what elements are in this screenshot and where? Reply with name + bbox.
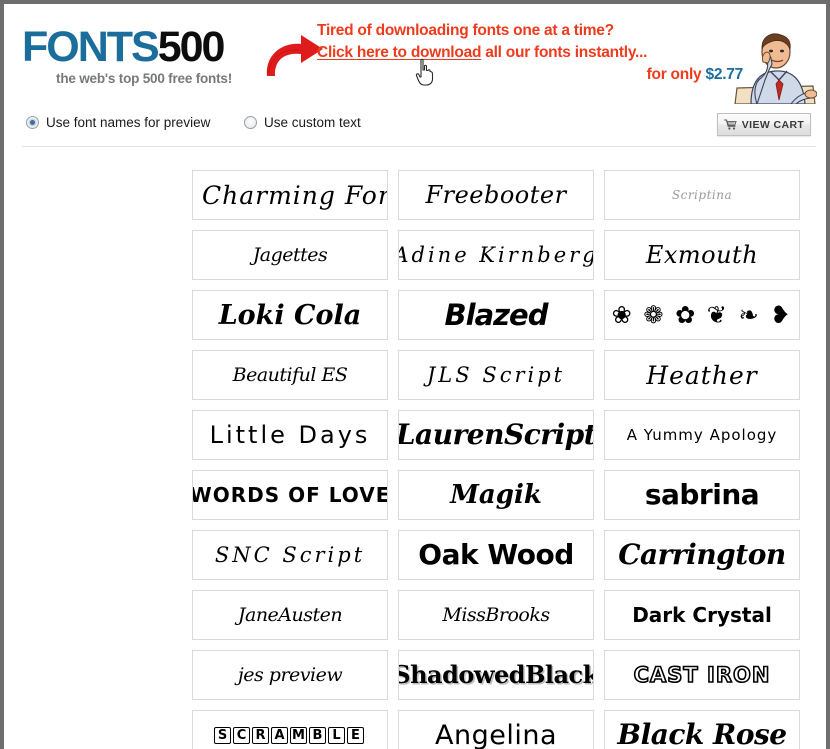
font-preview-card[interactable]: SNC Script [192, 530, 388, 580]
font-preview-card[interactable]: Angelina [398, 710, 594, 749]
download-link[interactable]: Click here to download [317, 44, 481, 61]
font-preview-grid: A Charming Font Freebooter Scriptina Jagett… [192, 170, 802, 749]
font-preview-card[interactable]: A Charming Font [192, 170, 388, 220]
font-sample-text: A Yummy Apology [626, 425, 778, 444]
font-sample-text: SNC Script [214, 542, 366, 567]
font-sample-text: Loki Cola [218, 299, 362, 331]
font-sample-text: MissBrooks [442, 603, 550, 626]
view-cart-button[interactable]: VIEW CART [717, 113, 811, 136]
radio-use-font-names-label: Use font names for preview [46, 115, 211, 130]
font-sample-text: jes preview [237, 663, 343, 686]
font-sample-text: Adine Kirnberg [398, 242, 594, 267]
font-preview-card[interactable]: SCRAMBLE [192, 710, 388, 749]
font-preview-card[interactable]: JLS Script [398, 350, 594, 400]
font-sample-text: LaurenScript [398, 418, 594, 451]
font-sample-text: Freebooter [425, 181, 567, 209]
font-sample-text: Exmouth [645, 241, 759, 269]
font-preview-card[interactable]: Dark Crystal [604, 590, 800, 640]
promo-price-line: for only $2.77 [317, 64, 747, 86]
font-preview-card[interactable]: Scriptina [604, 170, 800, 220]
font-preview-card[interactable]: Blazed [398, 290, 594, 340]
curved-arrow-right-icon [266, 35, 323, 76]
promo-subline: Click here to download all our fonts ins… [317, 42, 747, 64]
letter-tile: R [252, 726, 269, 744]
letter-tile: C [233, 726, 250, 744]
promo-subline-rest: all our fonts instantly... [481, 44, 648, 61]
letter-tile: L [328, 726, 345, 744]
font-sample-text: Magik [450, 480, 542, 510]
font-preview-card[interactable]: Adine Kirnberg [398, 230, 594, 280]
preview-controls: Use font names for preview Use custom te… [4, 110, 826, 144]
font-preview-card[interactable]: ShadowedBlack [398, 650, 594, 700]
font-preview-card[interactable]: LaurenScript [398, 410, 594, 460]
radio-use-custom-text-label: Use custom text [264, 115, 361, 130]
radio-use-font-names[interactable]: Use font names for preview [26, 115, 210, 130]
promo-price-prefix: for only [646, 66, 706, 83]
font-sample-text: Carrington [618, 538, 786, 571]
hand-pointer-icon [415, 58, 434, 86]
radio-indicator-unselected[interactable] [244, 116, 257, 129]
promo-banner[interactable]: Tired of downloading fonts one at a time… [259, 20, 819, 106]
letter-tile: S [214, 726, 231, 744]
font-sample-text: Oak Wood [418, 538, 574, 571]
font-preview-card[interactable]: JaneAusten [192, 590, 388, 640]
header-divider [22, 146, 816, 147]
logo-wordmark: FONTS500 [22, 23, 232, 71]
font-sample-text: JaneAusten [237, 603, 343, 626]
site-header: FONTS500 the web's top 500 free fonts! T… [4, 4, 826, 104]
font-preview-card[interactable]: Black Rose [604, 710, 800, 749]
font-sample-text: Angelina [435, 719, 557, 749]
logo-secondary-text: 500 [157, 23, 226, 71]
bored-man-at-desk-illustration [734, 33, 817, 104]
radio-use-custom-text[interactable]: Use custom text [244, 115, 361, 130]
font-preview-card[interactable]: Loki Cola [192, 290, 388, 340]
font-preview-card[interactable]: CAST IRON [604, 650, 800, 700]
font-sample-text: ShadowedBlack [398, 660, 594, 689]
font-preview-card[interactable]: jes preview [192, 650, 388, 700]
font-sample-text: JLS Script [426, 362, 566, 387]
font-preview-card[interactable]: Oak Wood [398, 530, 594, 580]
font-sample-text: Black Rose [617, 718, 787, 749]
font-preview-card[interactable]: Carrington [604, 530, 800, 580]
font-sample-text: Jagettes [252, 243, 328, 266]
font-preview-card[interactable]: Magik [398, 470, 594, 520]
letter-tile: B [309, 726, 326, 744]
font-sample-text: CAST IRON [633, 662, 771, 687]
font-preview-card[interactable]: Exmouth [604, 230, 800, 280]
letter-tile: M [290, 726, 307, 744]
dingbat-sample: ❀ ❁ ✿ ❦ ❧ ❥ [611, 301, 793, 329]
site-tagline: the web's top 500 free fonts! [56, 71, 232, 86]
letter-tile: E [347, 726, 364, 744]
font-sample-text: WORDS OF LOVE [192, 483, 388, 507]
promo-text-block: Tired of downloading fonts one at a time… [317, 20, 747, 86]
font-preview-card[interactable]: ❀ ❁ ✿ ❦ ❧ ❥ [604, 290, 800, 340]
view-cart-label: VIEW CART [741, 118, 805, 131]
font-sample-text: Heather [646, 360, 758, 390]
font-preview-card[interactable]: A Yummy Apology [604, 410, 800, 460]
page-container: FONTS500 the web's top 500 free fonts! T… [4, 4, 826, 749]
font-sample-text: Scriptina [671, 188, 733, 202]
font-sample-text: Beautiful ES [232, 363, 348, 386]
font-sample-text: Little Days [209, 421, 371, 449]
font-sample-text: Blazed [444, 297, 549, 332]
site-logo[interactable]: FONTS500 the web's top 500 free fonts! [22, 23, 232, 87]
font-sample-text: SCRAMBLE [214, 726, 366, 744]
font-preview-card[interactable]: MissBrooks [398, 590, 594, 640]
font-preview-card[interactable]: Heather [604, 350, 800, 400]
font-sample-text: sabrina [644, 478, 760, 511]
radio-indicator-selected[interactable] [26, 116, 39, 129]
font-preview-card[interactable]: Freebooter [398, 170, 594, 220]
font-preview-card[interactable]: Little Days [192, 410, 388, 460]
font-preview-card[interactable]: Jagettes [192, 230, 388, 280]
font-sample-text: Dark Crystal [632, 603, 772, 627]
font-preview-card[interactable]: Beautiful ES [192, 350, 388, 400]
font-sample-text: A Charming Font [193, 180, 387, 210]
shopping-cart-icon [723, 119, 737, 130]
promo-headline: Tired of downloading fonts one at a time… [317, 22, 614, 39]
logo-primary-text: FONTS [22, 23, 160, 71]
letter-tile: A [271, 726, 288, 744]
font-preview-card[interactable]: sabrina [604, 470, 800, 520]
font-preview-card[interactable]: WORDS OF LOVE [192, 470, 388, 520]
